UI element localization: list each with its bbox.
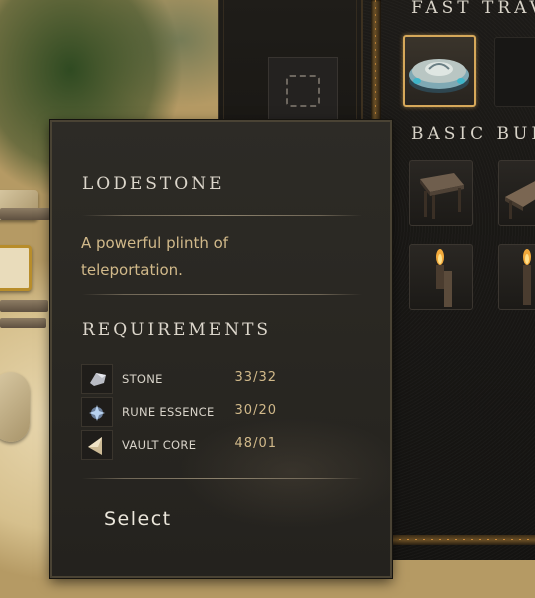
requirement-name: STONE: [122, 372, 163, 386]
requirement-count: 33/32: [234, 370, 277, 385]
build-item-table[interactable]: [409, 160, 473, 226]
tooltip-divider: [82, 478, 362, 479]
requirements-title: REQUIREMENTS: [82, 320, 272, 340]
wood-plank: [0, 318, 46, 328]
wood-plank: [0, 208, 50, 220]
wall-torch-icon-2: [523, 249, 531, 305]
empty-category-slot[interactable]: [268, 57, 338, 125]
requirement-name: VAULT CORE: [122, 438, 197, 452]
wood-plank: [0, 300, 48, 312]
item-tooltip: LODESTONE A powerful plinth of teleporta…: [50, 120, 392, 578]
requirement-name: RUNE ESSENCE: [122, 405, 215, 419]
build-item-wall-torch-2[interactable]: [498, 244, 535, 310]
tooltip-divider: [82, 215, 362, 216]
requirement-count: 30/20: [234, 403, 277, 418]
rune-essence-icon: [81, 397, 113, 427]
tooltip-title: LODESTONE: [82, 174, 225, 194]
requirement-row-rune-essence: RUNE ESSENCE 30/20: [81, 397, 321, 427]
table-icon: [420, 173, 464, 219]
vault-core-icon: [81, 430, 113, 460]
empty-slot-icon: [286, 75, 320, 107]
select-button[interactable]: Select: [104, 508, 172, 530]
requirement-row-vault-core: VAULT CORE 48/01: [81, 430, 321, 460]
tooltip-divider: [82, 294, 362, 295]
build-item-lodestone[interactable]: [403, 35, 476, 107]
build-item-wall-torch[interactable]: [409, 244, 473, 310]
lodestone-icon: [409, 59, 469, 93]
stone-icon: [81, 364, 113, 394]
wall-torch-icon: [436, 249, 452, 307]
ruin-stone: [0, 245, 32, 291]
build-item-empty[interactable]: [494, 37, 535, 107]
ruin-stone: [0, 372, 30, 442]
table-icon-2: [505, 181, 535, 219]
requirement-count: 48/01: [234, 436, 277, 451]
build-item-table-2[interactable]: [498, 160, 535, 226]
panel-bottom-border: [391, 535, 535, 545]
section-title-basic-building: BASIC BUI: [411, 124, 535, 144]
requirement-row-stone: STONE 33/32: [81, 364, 321, 394]
tooltip-description: A powerful plinth of teleportation.: [81, 234, 229, 279]
section-title-fast-travel: FAST TRAV: [411, 0, 535, 18]
